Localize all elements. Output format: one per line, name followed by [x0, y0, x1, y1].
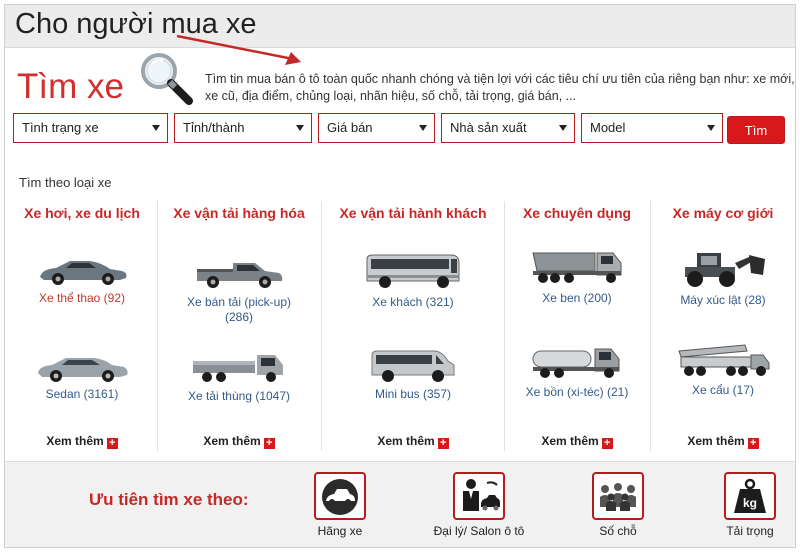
- search-title: Tìm xe: [17, 67, 124, 106]
- province-select[interactable]: Tỉnh/thành: [174, 113, 312, 143]
- weight-icon: kg: [724, 472, 776, 520]
- price-select-value: Giá bán: [327, 120, 373, 135]
- priority-option-brand[interactable]: Hãng xe: [280, 472, 400, 538]
- manufacturer-select-value: Nhà sản xuất: [450, 120, 527, 135]
- see-more-link[interactable]: Xem thêm +: [653, 434, 793, 449]
- chevron-down-icon: [707, 125, 715, 131]
- see-more-link[interactable]: Xem thêm +: [325, 434, 501, 449]
- condition-select-value: Tình trạng xe: [22, 120, 99, 135]
- priority-option-weight[interactable]: kg Tải trọng: [690, 472, 795, 538]
- priority-option-dealer[interactable]: Đại lý/ Salon ô tô: [419, 472, 539, 538]
- dealer-icon: [453, 472, 505, 520]
- category-title[interactable]: Xe hơi, xe du lịch: [9, 205, 155, 221]
- priority-bar: Ưu tiên tìm xe theo: Hãng xe Đại lý/ Sal…: [5, 461, 795, 547]
- model-select[interactable]: Model: [581, 113, 723, 143]
- manufacturer-select[interactable]: Nhà sản xuất: [441, 113, 575, 143]
- priority-option-label: Hãng xe: [317, 524, 363, 538]
- province-select-value: Tỉnh/thành: [183, 120, 245, 135]
- category-specialty: Xe chuyên dụng Xe ben (200) Xe bồn (xi-t…: [507, 197, 647, 457]
- vehicle-item-coach[interactable]: Xe khách (321): [325, 251, 501, 310]
- vehicle-item-label: Xe bán tải (pick-up) (286): [186, 295, 292, 324]
- plus-icon: +: [106, 438, 118, 449]
- loader-icon: [685, 253, 765, 287]
- vehicle-item-sports-car[interactable]: Xe thể thao (92): [9, 255, 155, 306]
- crane-icon: [678, 344, 770, 376]
- category-cars: Xe hơi, xe du lịch Xe thể thao (92) Seda…: [9, 197, 155, 457]
- category-passenger: Xe vận tải hành khách Xe khách (321) Min…: [325, 197, 501, 457]
- condition-select[interactable]: Tình trạng xe: [13, 113, 168, 143]
- see-more-label: Xem thêm: [687, 434, 745, 448]
- category-title[interactable]: Xe máy cơ giới: [653, 205, 793, 221]
- vehicle-item-sedan[interactable]: Sedan (3161): [9, 353, 155, 402]
- see-more-label: Xem thêm: [203, 434, 261, 448]
- chevron-down-icon: [559, 125, 567, 131]
- vehicle-item-label: Xe ben (200): [542, 291, 612, 305]
- vehicle-item-label: Xe tải thùng (1047): [187, 389, 291, 403]
- vehicle-type-heading: Tìm theo loại xe: [19, 175, 112, 190]
- svg-text:kg: kg: [743, 496, 757, 510]
- plus-icon: +: [601, 438, 613, 449]
- vehicle-item-dump-truck[interactable]: Xe ben (200): [507, 247, 647, 306]
- vehicle-item-label: Xe khách (321): [372, 295, 454, 309]
- priority-option-seats[interactable]: Số chỗ: [558, 472, 678, 538]
- vehicle-item-pickup[interactable]: Xe bán tải (pick-up) (286): [161, 257, 317, 325]
- category-title[interactable]: Xe vận tải hàng hóa: [161, 205, 317, 221]
- see-more-label: Xem thêm: [541, 434, 599, 448]
- magnifier-icon: [141, 53, 193, 105]
- priority-option-label: Đại lý/ Salon ô tô: [433, 524, 525, 538]
- plus-icon: +: [747, 438, 759, 449]
- column-divider: [157, 201, 158, 451]
- vehicle-item-box-truck[interactable]: Xe tải thùng (1047): [161, 349, 317, 404]
- vehicle-item-label: Sedan (3161): [45, 387, 119, 401]
- dump-truck-icon: [532, 252, 622, 283]
- vehicle-item-tanker[interactable]: Xe bồn (xi-téc) (21): [507, 343, 647, 400]
- see-more-label: Xem thêm: [377, 434, 435, 448]
- vehicle-item-label: Xe bồn (xi-téc) (21): [525, 385, 629, 399]
- see-more-link[interactable]: Xem thêm +: [161, 434, 317, 449]
- box-truck-icon: [193, 355, 283, 382]
- see-more-link[interactable]: Xem thêm +: [9, 434, 155, 449]
- vehicle-item-label: Xe cẩu (17): [691, 383, 755, 397]
- vehicle-item-minibus[interactable]: Mini bus (357): [325, 347, 501, 402]
- category-machinery: Xe máy cơ giới Máy xúc lật (28) Xe cẩu (…: [653, 197, 793, 457]
- column-divider: [504, 201, 505, 451]
- category-title[interactable]: Xe vận tải hành khách: [325, 205, 501, 221]
- see-more-link[interactable]: Xem thêm +: [507, 434, 647, 449]
- vehicle-item-label: Mini bus (357): [374, 387, 452, 401]
- search-button[interactable]: Tìm: [727, 116, 785, 144]
- car-brand-icon: [314, 472, 366, 520]
- chevron-down-icon: [296, 125, 304, 131]
- category-title[interactable]: Xe chuyên dụng: [507, 205, 647, 221]
- price-select[interactable]: Giá bán: [318, 113, 435, 143]
- pickup-icon: [197, 263, 283, 288]
- minibus-icon: [371, 350, 455, 382]
- plus-icon: +: [437, 438, 449, 449]
- priority-label: Ưu tiên tìm xe theo:: [89, 490, 249, 509]
- coach-bus-icon: [366, 254, 460, 288]
- column-divider: [650, 201, 651, 451]
- plus-icon: +: [263, 438, 275, 449]
- vehicle-item-crane[interactable]: Xe cẩu (17): [653, 343, 793, 398]
- category-cargo: Xe vận tải hàng hóa Xe bán tải (pick-up)…: [161, 197, 317, 457]
- header-bar: Cho người mua xe: [5, 5, 795, 48]
- tanker-icon: [532, 348, 620, 378]
- priority-option-label: Số chỗ: [599, 524, 637, 538]
- sports-car-icon: [40, 261, 127, 285]
- seats-icon: [592, 472, 644, 520]
- search-description: Tìm tin mua bán ô tô toàn quốc nhanh chó…: [205, 72, 795, 103]
- vehicle-item-label: Xe thể thao (92): [38, 291, 126, 305]
- model-select-value: Model: [590, 120, 626, 135]
- page-frame: Cho người mua xe Tìm xe Tìm tin mua bán …: [4, 4, 796, 548]
- vehicle-item-label: Máy xúc lật (28): [680, 293, 766, 307]
- vehicle-item-loader[interactable]: Máy xúc lật (28): [653, 245, 793, 308]
- chevron-down-icon: [419, 125, 427, 131]
- sedan-icon: [38, 358, 128, 382]
- chevron-down-icon: [152, 125, 160, 131]
- priority-option-label: Tải trọng: [726, 524, 774, 538]
- column-divider: [321, 201, 322, 451]
- see-more-label: Xem thêm: [46, 434, 104, 448]
